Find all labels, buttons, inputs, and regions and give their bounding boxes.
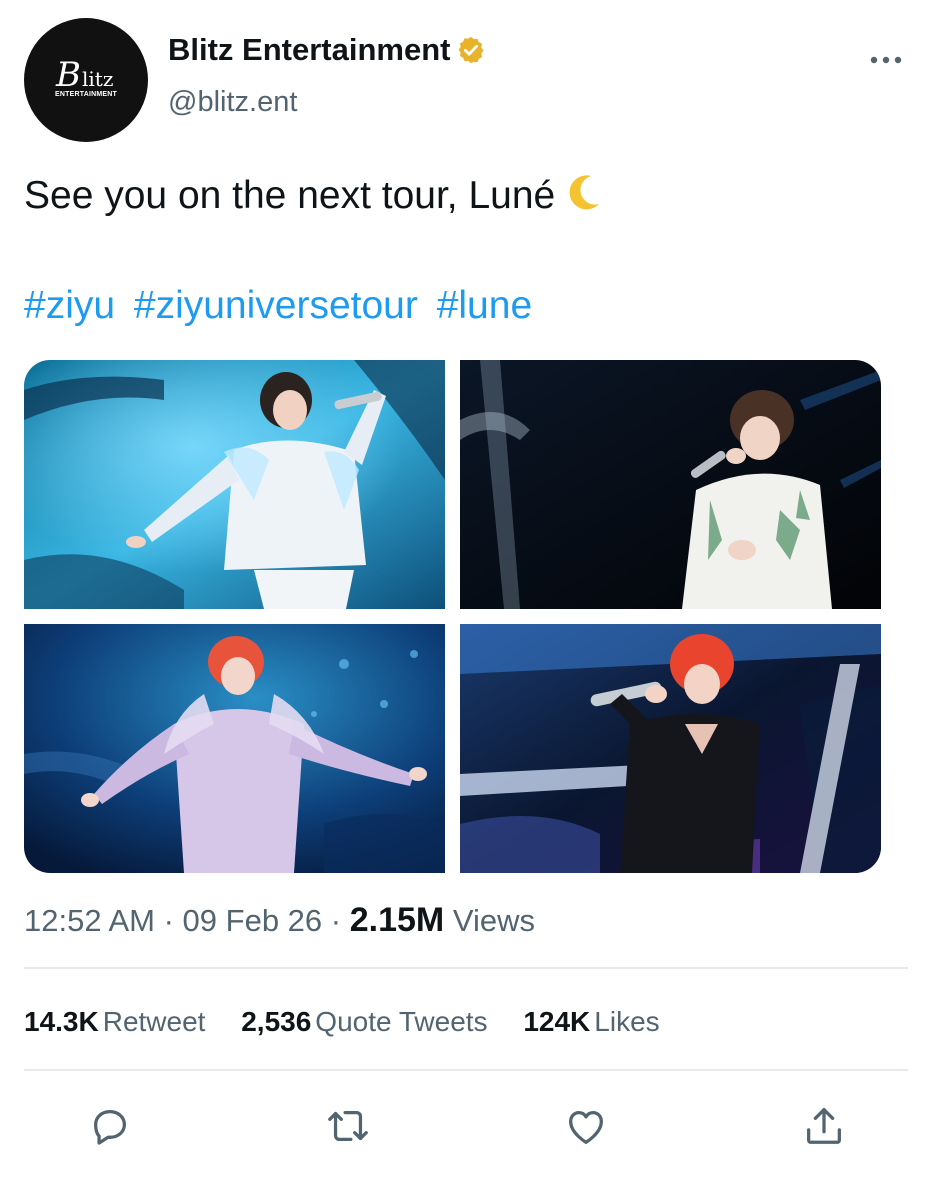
likes-label: Likes xyxy=(594,1006,660,1037)
photo-2[interactable] xyxy=(460,360,881,609)
action-bar xyxy=(60,1098,880,1158)
photo-4[interactable] xyxy=(460,624,881,873)
engagement-stats: 14.3K Retweet 2,536 Quote Tweets 124K Likes xyxy=(24,1000,688,1044)
hashtags: #ziyu #ziyuniversetour #lune xyxy=(24,280,540,332)
hashtag-link[interactable]: #ziyuniversetour xyxy=(134,284,418,327)
quotes-stat[interactable]: 2,536 Quote Tweets xyxy=(241,1000,487,1044)
tweet-time[interactable]: 12:52 AM xyxy=(24,903,155,938)
likes-stat[interactable]: 124K Likes xyxy=(523,1000,659,1044)
retweet-button[interactable] xyxy=(320,1098,376,1154)
tweet-meta: 12:52 AM · 09 Feb 26 · 2.15M Views xyxy=(24,896,535,945)
meta-separator: · xyxy=(322,903,350,938)
blitz-logo: B litz ENTERTAINMENT xyxy=(38,55,134,105)
display-name[interactable]: Blitz Entertainment xyxy=(168,32,450,68)
share-button[interactable] xyxy=(796,1098,852,1154)
media-grid xyxy=(24,360,881,873)
hashtag-link[interactable]: #lune xyxy=(437,284,532,327)
views-label: Views xyxy=(452,903,535,938)
verified-badge-icon xyxy=(459,36,484,64)
photo-1[interactable] xyxy=(24,360,445,609)
retweets-stat[interactable]: 14.3K Retweet xyxy=(24,1000,205,1044)
more-horizontal-icon xyxy=(870,56,902,64)
views-count: 2.15M xyxy=(349,901,445,939)
tweet-body: See you on the next tour, Luné xyxy=(24,174,556,217)
meta-separator: · xyxy=(154,903,183,938)
reply-icon xyxy=(93,1109,127,1145)
avatar-logo-text: litz xyxy=(82,67,114,91)
quotes-label: Quote Tweets xyxy=(315,1006,488,1037)
retweets-count: 14.3K xyxy=(24,1006,99,1037)
more-options-icon[interactable] xyxy=(868,48,904,72)
tweet-date[interactable]: 09 Feb 26 xyxy=(183,903,323,938)
divider xyxy=(24,1069,908,1071)
crescent-moon-icon xyxy=(569,175,600,210)
photo-3[interactable] xyxy=(24,624,445,873)
retweets-label: Retweet xyxy=(102,1006,206,1037)
avatar-logo-subtext: ENTERTAINMENT xyxy=(55,91,117,98)
heart-icon xyxy=(569,1110,603,1144)
share-icon xyxy=(807,1108,841,1144)
avatar[interactable]: B litz ENTERTAINMENT xyxy=(24,18,148,142)
divider xyxy=(24,967,908,969)
handle[interactable]: @blitz.ent xyxy=(168,86,297,119)
hashtag-link[interactable]: #ziyu xyxy=(24,284,115,327)
retweet-icon xyxy=(328,1110,368,1142)
likes-count: 124K xyxy=(523,1006,591,1037)
reply-button[interactable] xyxy=(82,1098,138,1154)
like-button[interactable] xyxy=(558,1098,614,1154)
avatar-logo-letter: B xyxy=(56,55,81,95)
tweet-text: See you on the next tour, Luné xyxy=(24,170,605,222)
tweet-header: B litz ENTERTAINMENT Blitz Entertainment… xyxy=(24,18,908,142)
quotes-count: 2,536 xyxy=(241,1006,312,1037)
name-row: Blitz Entertainment xyxy=(168,30,486,70)
